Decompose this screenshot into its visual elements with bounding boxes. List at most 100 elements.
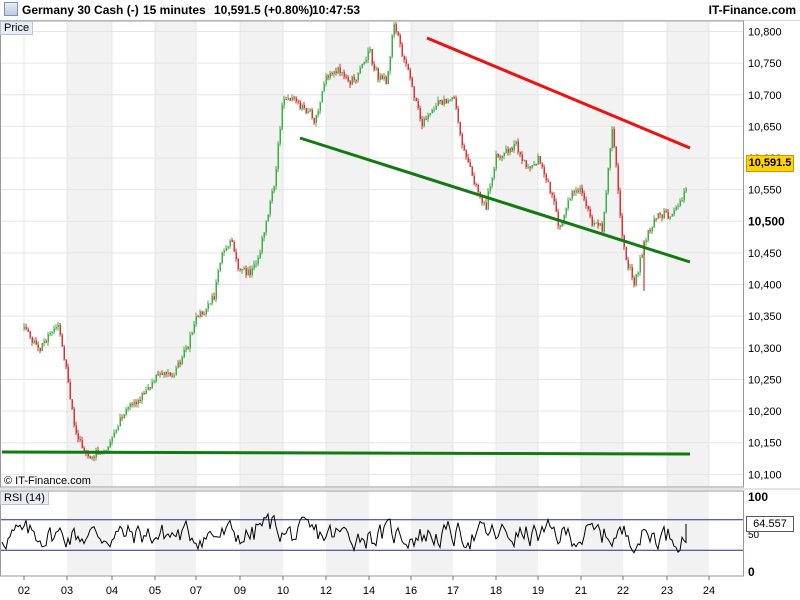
candle-body [193,324,195,333]
candle-body [285,98,287,100]
candle-body [399,35,401,45]
candle-body [149,387,151,389]
candle-body [427,115,429,119]
candle-body [385,76,387,84]
candle-body [147,387,149,391]
candle-body [671,214,673,217]
candle-body [641,255,643,258]
candle-body [47,334,49,343]
candle-body [339,67,341,74]
candle-body [553,194,555,202]
y-tick-label: 10,100 [748,469,782,481]
candle-body [167,372,169,375]
candle-body [655,218,657,220]
candle-body [555,201,557,212]
copyright-label: © IT-Finance.com [4,475,91,487]
y-tick-label: 10,550 [748,185,782,197]
candle-body [683,191,685,201]
chart-window: Germany 30 Cash (-) 15 minutes 10,591.5 … [0,0,800,600]
candle-body [539,156,541,164]
chart-canvas[interactable]: 10,100 10,150 10,200 10,250 10,300 10,350 10,4… [0,0,800,600]
x-tick-label: 14 [363,585,375,597]
y-tick-label: 10,300 [748,343,782,355]
candle-body [439,100,441,102]
candle-body [599,223,601,226]
candle-body [359,67,361,74]
candle-body [323,83,325,92]
candle-body [343,71,345,77]
candle-body [247,269,249,276]
candle-body [593,222,595,226]
candle-body [497,154,499,157]
candle-body [205,309,207,315]
candle-body [117,426,119,430]
candle-body [337,67,339,73]
candle-body [25,326,27,330]
candle-body [333,71,335,74]
candle-body [531,165,533,168]
day-stripe [240,22,283,487]
candle-body [457,108,459,122]
candle-body [75,425,77,434]
x-tick-label: 12 [320,585,332,597]
candle-body [533,164,535,166]
candle-body [201,311,203,315]
candle-body [59,324,61,335]
candle-body [317,111,319,116]
candle-body [465,150,467,158]
candle-body [179,362,181,365]
candle-body [511,148,513,151]
candle-body [161,373,163,376]
candle-body [319,102,321,112]
candle-body [449,99,451,101]
candle-body [51,332,53,334]
candle-body [249,269,251,275]
candle-body [521,154,523,161]
day-stripe [155,491,196,576]
candle-body [379,75,381,80]
candle-body [567,200,569,209]
candle-body [199,311,201,317]
candle-body [67,366,69,383]
candle-body [55,326,57,329]
candle-body [431,110,433,114]
candle-body [277,143,279,170]
candle-body [281,104,283,129]
candle-body [123,414,125,419]
candle-body [471,166,473,176]
candle-body [93,456,95,458]
candle-body [523,160,525,162]
candle-body [89,456,91,459]
candle-body [217,270,219,282]
candle-body [261,237,263,253]
candle-body [393,24,395,36]
day-stripe [240,491,283,576]
x-tick-label: 21 [575,585,587,597]
candle-body [345,76,347,78]
candle-body [265,221,267,233]
candle-body [685,188,687,192]
candle-body [109,441,111,448]
candle-body [405,59,407,64]
candle-body [589,209,591,217]
candle-body [213,296,215,300]
candle-body [535,164,537,166]
candle-body [171,375,173,377]
candle-body [321,91,323,103]
candle-body [357,73,359,81]
candle-body [631,267,633,278]
candle-body [591,216,593,226]
x-tick-label: 09 [234,585,246,597]
candle-body [509,148,511,153]
candle-body [81,440,83,448]
candle-body [157,374,159,376]
candle-body [659,213,661,215]
candle-body [311,109,313,118]
candle-body [381,75,383,80]
candle-body [111,437,113,442]
candle-body [435,105,437,110]
candle-body [291,97,293,101]
candle-body [27,329,29,332]
candle-body [473,175,475,184]
candle-body [425,118,427,120]
